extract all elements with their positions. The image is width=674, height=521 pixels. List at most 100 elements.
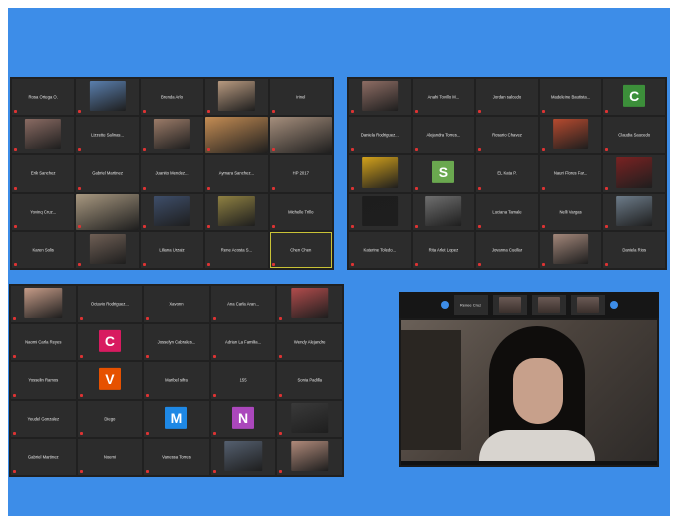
participant-tile[interactable]: Ana Carla Aran... <box>210 286 276 323</box>
participant-tile[interactable] <box>349 193 411 230</box>
participant-tile[interactable]: Irinel <box>269 79 332 116</box>
muted-mic-icon <box>478 224 482 228</box>
participant-tile[interactable] <box>349 79 411 116</box>
video-progress-bar[interactable] <box>401 461 657 465</box>
muted-mic-icon <box>541 224 545 228</box>
participant-tile[interactable]: Luciana Tamale <box>476 193 538 230</box>
participant-tile[interactable] <box>539 117 602 154</box>
participant-tile[interactable]: Nelli Vargas <box>539 193 602 230</box>
participant-tile[interactable] <box>76 79 139 116</box>
participant-tile[interactable]: Chen Chen <box>269 231 332 268</box>
participant-tile[interactable]: Rosa Ortega O. <box>12 79 75 116</box>
muted-mic-icon <box>79 431 83 435</box>
prev-page-arrow-icon[interactable] <box>440 301 449 309</box>
participant-tile[interactable] <box>210 438 276 475</box>
participant-tile[interactable]: Madeleine Bautista... <box>539 79 602 116</box>
muted-mic-icon <box>279 431 283 435</box>
participant-tile[interactable] <box>412 193 475 230</box>
muted-mic-icon <box>478 186 482 190</box>
participant-tile[interactable]: Alejandra Torres... <box>412 117 475 154</box>
participant-tile[interactable]: Daniela Rios <box>603 231 665 268</box>
participant-tile[interactable]: Vanessa Torres <box>144 438 209 475</box>
participant-tile[interactable]: Noemi <box>77 438 143 475</box>
thumbnail-tile[interactable] <box>492 295 527 315</box>
participant-tile[interactable]: Daniela Rodriguez... <box>349 117 411 154</box>
active-speaker-video[interactable] <box>401 320 657 465</box>
participant-tile[interactable]: Yeudel Gonzalez <box>11 400 76 437</box>
muted-mic-icon <box>414 186 418 190</box>
participant-tile[interactable] <box>12 117 75 154</box>
participant-tile[interactable]: Gabriel Martinez <box>11 438 76 475</box>
participant-tile[interactable]: Rita Arlet Lopez <box>412 231 475 268</box>
participant-tile[interactable]: Sonia Padilla <box>277 362 342 399</box>
participant-tile[interactable]: Yovinq Cruz... <box>12 193 75 230</box>
participant-tile[interactable] <box>76 193 139 230</box>
muted-mic-icon <box>14 148 17 152</box>
participant-name: Renee Cruz <box>459 302 482 308</box>
participant-tile[interactable]: Gabriel Martinez <box>76 155 139 192</box>
participant-tile[interactable] <box>11 286 76 323</box>
participant-tile[interactable] <box>603 193 665 230</box>
thumbnail-tile[interactable] <box>570 295 605 315</box>
participant-tile[interactable]: Jovanna Cuellar <box>476 231 538 268</box>
participant-tile[interactable]: Rosario Chavez <box>476 117 538 154</box>
participant-tile[interactable] <box>277 438 342 475</box>
participant-tile[interactable]: Maribel sifra <box>144 362 209 399</box>
participant-tile[interactable]: Diego <box>77 400 143 437</box>
participant-tile[interactable]: Octavio Rodriguez... <box>77 286 143 323</box>
participant-tile[interactable]: Naomi Carla Reyes <box>11 324 76 361</box>
participant-tile[interactable]: C <box>603 79 665 116</box>
participant-tile[interactable]: S <box>412 155 475 192</box>
participant-tile[interactable]: M <box>144 400 209 437</box>
participant-tile[interactable] <box>603 155 665 192</box>
participant-tile[interactable]: HP 2017 <box>269 155 332 192</box>
participant-tile[interactable]: Anahi Tovillo M... <box>412 79 475 116</box>
participant-tile[interactable]: Lizzette Salinas... <box>76 117 139 154</box>
muted-mic-icon <box>605 263 609 266</box>
participant-tile[interactable] <box>205 193 268 230</box>
participant-tile[interactable]: Xavonn <box>144 286 209 323</box>
participant-tile[interactable]: Rene Acosta S... <box>205 231 268 268</box>
muted-mic-icon <box>414 148 418 152</box>
participant-tile[interactable]: Wendy Alejandre <box>277 324 342 361</box>
participant-tile[interactable]: Juanito Mendez... <box>140 155 204 192</box>
participant-tile[interactable]: V <box>77 362 143 399</box>
participant-tile[interactable]: 155 <box>210 362 276 399</box>
participant-tile[interactable]: Liliana Urzaiz <box>140 231 204 268</box>
avatar-initial: N <box>232 406 255 429</box>
participant-tile[interactable]: Karen Solis <box>12 231 75 268</box>
thumbnail-strip: Renee Cruz <box>399 292 659 318</box>
participant-tile[interactable] <box>349 155 411 192</box>
participant-tile[interactable] <box>140 193 204 230</box>
participant-tile[interactable]: Adrian La Familia... <box>210 324 276 361</box>
participant-tile[interactable]: Erik Sanchez <box>12 155 75 192</box>
muted-mic-icon <box>351 148 354 152</box>
participant-tile[interactable]: C <box>77 324 143 361</box>
participant-tile[interactable]: Nauri Flores Far... <box>539 155 602 192</box>
participant-tile[interactable]: Josselyn Cabrales... <box>144 324 209 361</box>
participant-tile[interactable]: EL Kata P. <box>476 155 538 192</box>
next-page-arrow-icon[interactable] <box>609 301 618 309</box>
participant-tile[interactable] <box>205 79 268 116</box>
participant-tile[interactable]: Brenda Arlo <box>140 79 204 116</box>
participant-tile[interactable]: Jordan salcedo <box>476 79 538 116</box>
participant-tile[interactable] <box>277 400 342 437</box>
participant-tile[interactable]: Claudia Saucedo <box>603 117 665 154</box>
participant-tile[interactable] <box>269 117 332 154</box>
participant-tile[interactable] <box>76 231 139 268</box>
muted-mic-icon <box>478 148 482 152</box>
participant-tile[interactable]: Aymara Sanchez... <box>205 155 268 192</box>
participant-tile[interactable]: Katerine Toledo... <box>349 231 411 268</box>
muted-mic-icon <box>14 186 17 190</box>
participant-tile[interactable]: Yosselin Ramos <box>11 362 76 399</box>
participant-tile[interactable] <box>140 117 204 154</box>
thumbnail-tile[interactable] <box>531 295 566 315</box>
participant-tile[interactable]: Michelle Trillo <box>269 193 332 230</box>
thumbnail-tile[interactable]: Renee Cruz <box>453 295 488 315</box>
participant-name: Alejandra Torres... <box>426 132 461 138</box>
participant-tile[interactable]: N <box>210 400 276 437</box>
participant-tile[interactable] <box>205 117 268 154</box>
participant-tile[interactable] <box>277 286 342 323</box>
avatar-initial: V <box>98 368 121 391</box>
participant-tile[interactable] <box>539 231 602 268</box>
